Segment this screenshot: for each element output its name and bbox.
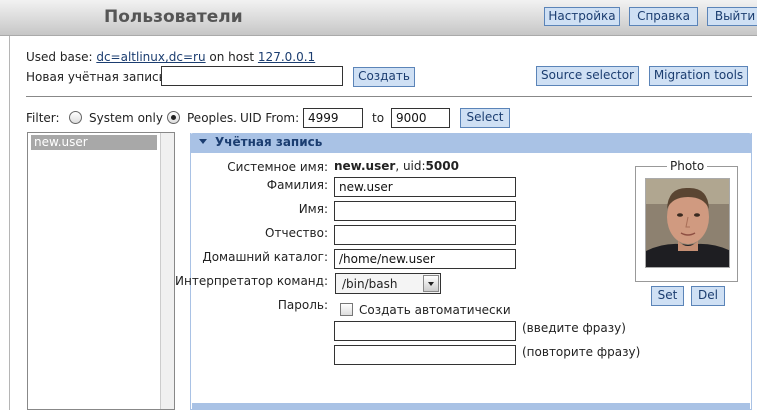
user-list-scrollbar[interactable]: [160, 133, 174, 409]
new-account-label: Новая учётная запись:: [26, 70, 170, 84]
new-account-input[interactable]: [161, 66, 343, 86]
name-input[interactable]: [334, 201, 516, 221]
photo-del-button[interactable]: Del: [691, 286, 725, 306]
uid-from-input[interactable]: [303, 108, 363, 128]
peoples-label: Peoples.: [187, 111, 237, 125]
dropdown-arrow-icon: [423, 275, 439, 292]
user-photo: [645, 178, 730, 268]
home-input[interactable]: [334, 249, 516, 269]
base-dn-link[interactable]: dc=altlinux,dc=ru: [96, 50, 205, 64]
auto-password-label: Создать автоматически: [359, 303, 511, 317]
photo-set-button[interactable]: Set: [651, 286, 684, 306]
peoples-radio[interactable]: [167, 111, 180, 124]
on-host-label: on host: [209, 50, 255, 64]
settings-button[interactable]: Настройка: [544, 7, 620, 26]
shell-select[interactable]: /bin/bash: [335, 273, 441, 294]
filter-label: Filter:: [26, 111, 60, 125]
select-button[interactable]: Select: [460, 108, 510, 128]
migration-tools-button[interactable]: Migration tools: [649, 66, 748, 86]
user-list-item[interactable]: new.user: [31, 135, 157, 150]
system-only-radio[interactable]: [69, 111, 82, 124]
page-title: Пользователи: [104, 7, 243, 27]
password-input[interactable]: [334, 321, 516, 341]
account-section-title: Учётная запись: [215, 135, 323, 149]
system-only-label: System only: [89, 111, 163, 125]
system-name-value: new.user, uid:5000: [334, 159, 459, 173]
next-section-header[interactable]: [192, 403, 750, 410]
uid-from-label: UID From:: [240, 111, 300, 125]
user-list[interactable]: new.user: [27, 132, 175, 410]
patronymic-label: Отчество:: [265, 226, 328, 240]
used-base-row: Used base: dc=altlinux,dc=ru on host 127…: [26, 50, 315, 64]
name-label: Имя:: [298, 202, 328, 216]
shell-value: /bin/bash: [342, 277, 398, 291]
source-selector-button[interactable]: Source selector: [536, 66, 639, 86]
password-hint: (введите фразу): [522, 321, 626, 335]
password-confirm-hint: (повторите фразу): [522, 345, 641, 359]
photo-legend: Photo: [667, 159, 708, 173]
system-name: new.user: [334, 159, 396, 173]
password-confirm-input[interactable]: [334, 345, 516, 365]
surname-input[interactable]: [334, 177, 516, 197]
separator: [26, 96, 752, 97]
logout-button[interactable]: Выйти: [707, 7, 757, 26]
uid-label: , uid:: [395, 159, 426, 173]
surname-label: Фамилия:: [266, 178, 328, 192]
uid-value: 5000: [425, 159, 459, 173]
auto-password-checkbox[interactable]: [340, 303, 353, 316]
left-border: [9, 36, 10, 410]
collapse-arrow-icon: [199, 139, 207, 144]
uid-to-label: to: [372, 111, 385, 125]
patronymic-input[interactable]: [334, 225, 516, 245]
uid-to-input[interactable]: [391, 108, 450, 128]
help-button[interactable]: Справка: [629, 7, 698, 26]
password-label: Пароль:: [277, 298, 328, 312]
used-base-label: Used base:: [26, 50, 93, 64]
create-button[interactable]: Создать: [353, 67, 415, 87]
host-link[interactable]: 127.0.0.1: [258, 50, 315, 64]
account-section-header[interactable]: Учётная запись: [190, 133, 752, 153]
user-photo-image: [646, 179, 729, 267]
shell-label: Интерпретатор команд:: [175, 274, 328, 288]
home-label: Домашний каталог:: [202, 250, 328, 264]
system-name-label: Системное имя:: [227, 160, 328, 174]
